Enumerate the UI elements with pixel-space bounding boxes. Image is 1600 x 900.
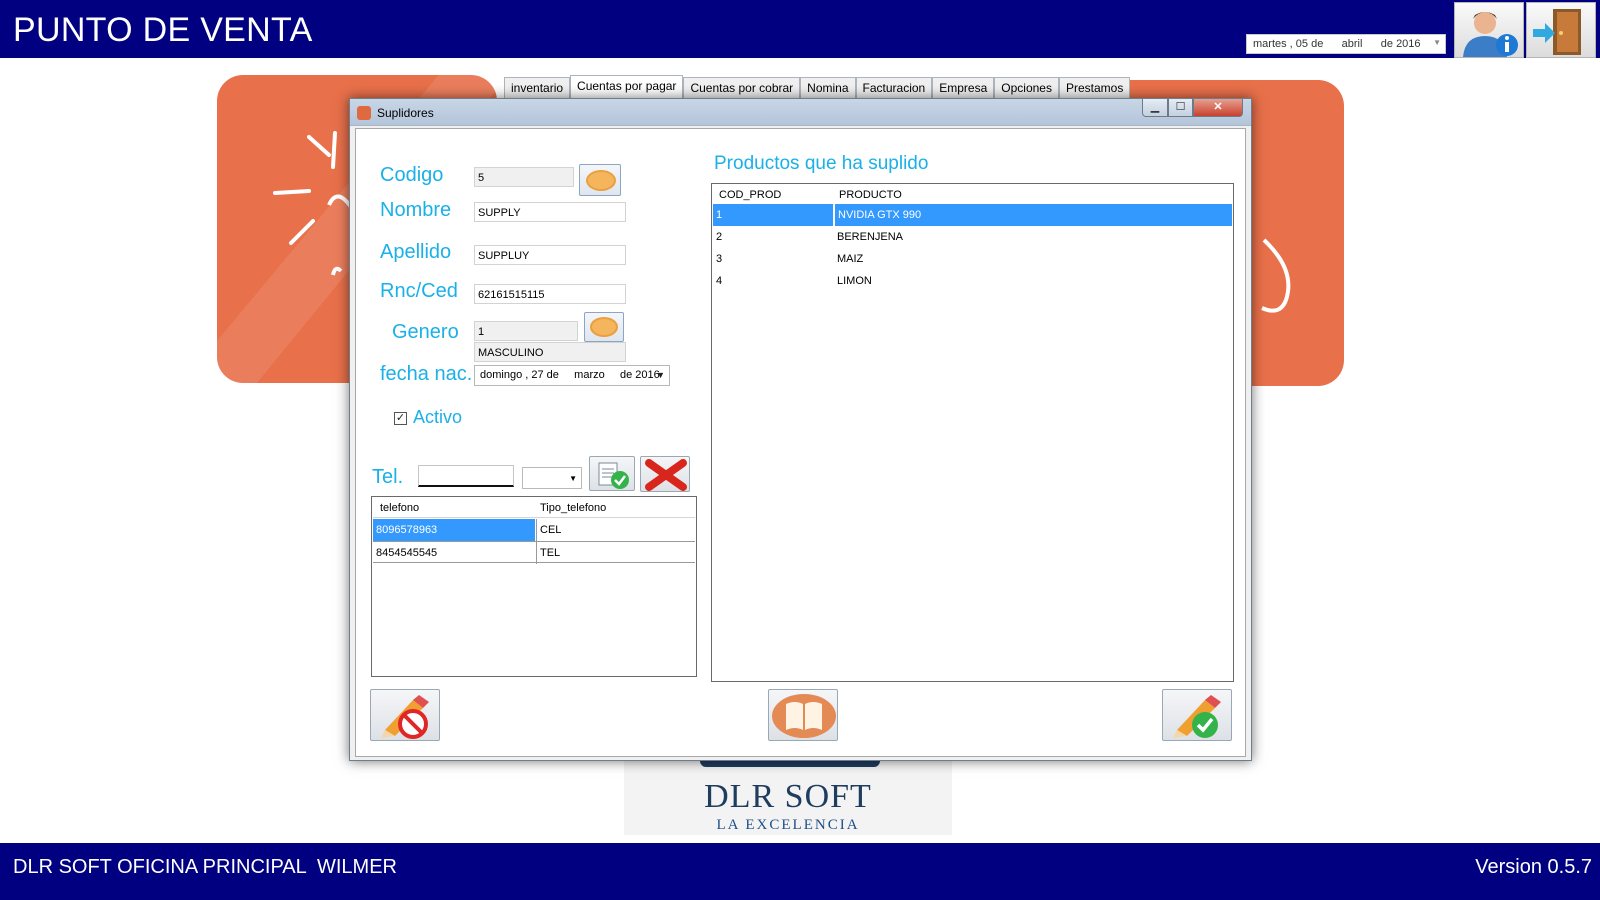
add-phone-icon: [598, 462, 629, 489]
exit-button[interactable]: [1526, 2, 1596, 58]
column-header: PRODUCTO: [839, 189, 902, 201]
table-cell: CEL: [536, 519, 696, 541]
close-button[interactable]: ✕: [1193, 99, 1243, 117]
table-cell: 1: [713, 204, 833, 226]
tab-nomina[interactable]: Nomina: [800, 77, 856, 98]
status-bar: DLR SOFT OFICINA PRINCIPAL WILMER Versio…: [0, 843, 1600, 900]
table-row[interactable]: 3 MAIZ: [713, 248, 1232, 270]
cancel-edit-button[interactable]: [370, 689, 440, 741]
rnc-field[interactable]: 62161515115: [474, 284, 626, 304]
main-tabs: inventario Cuentas por pagar Cuentas por…: [504, 75, 1131, 98]
minimize-button[interactable]: ▁: [1142, 99, 1168, 117]
fecha-nac-value: domingo , 27 de marzo de 2016: [480, 369, 660, 381]
maximize-button[interactable]: ☐: [1168, 99, 1193, 117]
table-cell: 2: [716, 231, 723, 243]
column-header: telefono: [380, 502, 420, 514]
tel-label: Tel.: [372, 466, 404, 488]
products-book-button[interactable]: [768, 689, 838, 741]
codigo-label: Codigo: [380, 164, 444, 186]
tab-cuentas-por-cobrar[interactable]: Cuentas por cobrar: [683, 77, 801, 98]
delete-x-icon: [645, 459, 687, 491]
chevron-down-icon: ▼: [1433, 38, 1441, 47]
table-cell: 8454545545: [376, 547, 438, 559]
add-phone-button[interactable]: [589, 456, 635, 491]
logo-subtitle: LA EXCELENCIA: [716, 817, 860, 833]
table-row[interactable]: 8454545545 TEL: [373, 541, 696, 564]
save-edit-icon: [1173, 695, 1221, 738]
rnc-label: Rnc/Ced: [380, 280, 458, 302]
search-codigo-button[interactable]: [579, 164, 621, 196]
genero-label: Genero: [392, 321, 459, 343]
table-cell: NVIDIA GTX 990: [834, 204, 1232, 226]
chevron-down-icon: ▼: [569, 474, 577, 483]
dialog-title: Suplidores: [377, 106, 434, 120]
tab-prestamos[interactable]: Prestamos: [1058, 77, 1131, 98]
company-logo: DLR SOFT LA EXCELENCIA: [624, 755, 952, 835]
app-title: PUNTO DE VENTA: [13, 11, 313, 49]
products-title: Productos que ha suplido: [714, 153, 929, 174]
phones-table-header: telefono Tipo_telefono: [373, 498, 695, 518]
cancel-edit-icon: [381, 695, 429, 739]
app-icon: [357, 106, 371, 120]
office-name: DLR SOFT OFICINA PRINCIPAL: [13, 856, 307, 878]
table-row[interactable]: 1 NVIDIA GTX 990: [713, 204, 1232, 226]
save-edit-button[interactable]: [1162, 689, 1232, 741]
tab-empresa[interactable]: Empresa: [932, 77, 995, 98]
table-cell: BERENJENA: [837, 231, 904, 243]
version-label: Version 0.5.7: [1475, 856, 1592, 878]
codigo-field[interactable]: 5: [474, 167, 574, 187]
exit-door-icon: [1533, 9, 1581, 55]
tab-opciones[interactable]: Opciones: [994, 77, 1059, 98]
table-cell: 3: [716, 253, 723, 265]
book-icon: [772, 694, 836, 738]
nombre-field[interactable]: SUPPLY: [474, 202, 626, 222]
user-info-button[interactable]: [1454, 2, 1524, 58]
chevron-down-icon: ▼: [656, 370, 665, 380]
table-cell: 4: [716, 275, 723, 287]
tab-facturacion[interactable]: Facturacion: [855, 77, 933, 98]
user-name: WILMER: [317, 856, 397, 878]
fecha-nac-label: fecha nac.: [380, 363, 473, 385]
products-table-header: COD_PROD PRODUCTO: [713, 185, 1232, 205]
table-row[interactable]: 8096578963 CEL: [373, 519, 696, 541]
date-picker[interactable]: martes , 05 de abril de 2016 ▼: [1246, 34, 1446, 54]
search-icon: [586, 170, 616, 191]
table-cell: TEL: [536, 542, 696, 564]
tab-cuentas-por-pagar[interactable]: Cuentas por pagar: [570, 75, 684, 98]
activo-checkbox[interactable]: ✓: [394, 412, 407, 425]
suplidores-dialog: Suplidores ▁ ☐ ✕ Codigo 5 Nombre SUPPLY …: [349, 98, 1252, 761]
fecha-nac-picker[interactable]: domingo , 27 de marzo de 2016 ▼: [474, 365, 670, 386]
genero-name-field: MASCULINO: [474, 342, 626, 362]
tab-inventario[interactable]: inventario: [504, 77, 571, 98]
genero-code-field[interactable]: 1: [474, 321, 578, 341]
delete-phone-button[interactable]: [640, 456, 690, 492]
search-genero-button[interactable]: [584, 312, 624, 342]
table-row[interactable]: 2 BERENJENA: [713, 226, 1232, 248]
phones-table[interactable]: telefono Tipo_telefono 8096578963 CEL 84…: [371, 496, 697, 677]
tel-input[interactable]: [418, 465, 514, 487]
apellido-label: Apellido: [380, 241, 452, 263]
column-header: COD_PROD: [719, 189, 782, 201]
activo-label: Activo: [413, 407, 463, 427]
table-row[interactable]: 4 LIMON: [713, 270, 1232, 292]
column-header: Tipo_telefono: [540, 502, 607, 514]
table-cell: LIMON: [837, 275, 872, 287]
logo-title: DLR SOFT: [704, 778, 872, 815]
table-cell: MAIZ: [837, 253, 864, 265]
nombre-label: Nombre: [380, 199, 452, 221]
user-info-icon: [1463, 12, 1518, 57]
top-bar: PUNTO DE VENTA martes , 05 de abril de 2…: [0, 0, 1600, 58]
tel-type-select[interactable]: ▼: [522, 467, 582, 489]
dialog-client-area: Codigo 5 Nombre SUPPLY Apellido SUPPLUY …: [355, 128, 1246, 757]
table-cell: 8096578963: [373, 519, 535, 541]
search-icon: [590, 317, 618, 337]
products-table[interactable]: COD_PROD PRODUCTO 1 NVIDIA GTX 990 2 BER…: [711, 183, 1234, 682]
dialog-titlebar[interactable]: Suplidores ▁ ☐ ✕: [350, 99, 1251, 126]
apellido-field[interactable]: SUPPLUY: [474, 245, 626, 265]
date-value: martes , 05 de abril de 2016: [1253, 38, 1421, 50]
